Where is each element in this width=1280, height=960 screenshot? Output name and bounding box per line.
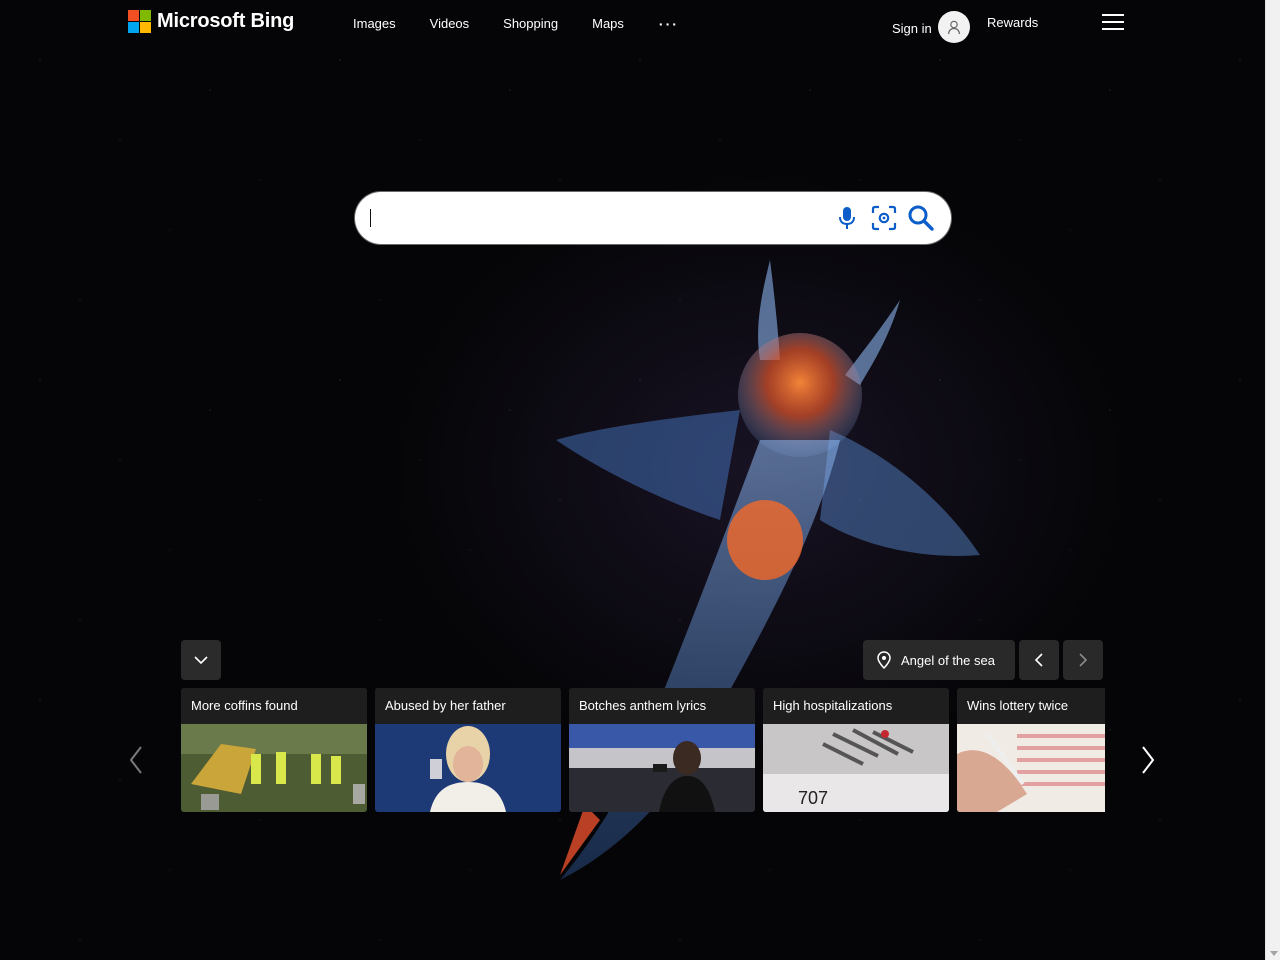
microsoft-logo-icon — [128, 10, 151, 33]
search-box[interactable] — [355, 192, 951, 244]
previous-image-button[interactable] — [1019, 640, 1059, 680]
image-title: Angel of the sea — [901, 652, 995, 668]
image-info-button[interactable]: Angel of the sea — [863, 640, 1015, 680]
sign-in-button[interactable]: Sign in — [892, 11, 970, 43]
news-card-title: Abused by her father — [375, 688, 561, 724]
svg-text:707: 707 — [798, 788, 828, 808]
top-header: Microsoft Bing Images Videos Shopping Ma… — [0, 0, 1265, 46]
news-card-title: Botches anthem lyrics — [569, 688, 755, 724]
rewards-link[interactable]: Rewards — [987, 15, 1038, 30]
news-card-title: High hospitalizations — [763, 688, 949, 724]
news-card[interactable]: Abused by her father — [375, 688, 561, 812]
avatar[interactable] — [937, 11, 970, 43]
menu-icon[interactable] — [1102, 14, 1124, 30]
search-input[interactable] — [371, 203, 821, 233]
scroll-down-arrow-icon[interactable] — [1270, 951, 1278, 956]
chevron-down-icon — [194, 656, 208, 665]
news-card-thumbnail — [957, 724, 1105, 812]
chevron-right-icon — [1142, 746, 1155, 774]
chevron-right-icon — [1079, 653, 1088, 667]
location-pin-icon — [877, 651, 891, 669]
news-card-thumbnail — [375, 724, 561, 812]
news-card-thumbnail — [569, 724, 755, 812]
chevron-left-icon — [1034, 653, 1043, 667]
news-card-thumbnail: 707 — [763, 724, 949, 812]
nav-more-button[interactable]: ··· — [641, 16, 696, 32]
news-card-title: More coffins found — [181, 688, 367, 724]
sign-in-label: Sign in — [892, 20, 932, 36]
news-card[interactable]: High hospitalizations 707 — [763, 688, 949, 812]
bing-logo[interactable]: Microsoft Bing — [128, 10, 294, 33]
chevron-left-icon — [129, 746, 142, 774]
sea-angel-image — [556, 260, 980, 880]
nav-videos[interactable]: Videos — [413, 16, 487, 32]
collapse-feed-button[interactable] — [181, 640, 221, 680]
news-card-thumbnail — [181, 724, 367, 812]
nav-images[interactable]: Images — [336, 16, 413, 32]
news-card[interactable]: Wins lottery twice — [957, 688, 1105, 812]
top-nav: Images Videos Shopping Maps ··· — [336, 16, 696, 32]
visual-search-icon[interactable] — [870, 204, 898, 232]
carousel-previous-button[interactable] — [124, 740, 148, 780]
search-icon[interactable] — [907, 204, 935, 232]
news-card[interactable]: More coffins found — [181, 688, 367, 812]
background-image — [0, 0, 1265, 960]
carousel-next-button[interactable] — [1136, 740, 1160, 780]
news-card-title: Wins lottery twice — [957, 688, 1105, 724]
news-carousel: More coffins found Abused by her father … — [181, 688, 1105, 812]
brand-name: Microsoft Bing — [157, 10, 295, 32]
text-cursor — [370, 209, 371, 227]
news-card[interactable]: Botches anthem lyrics — [569, 688, 755, 812]
next-image-button[interactable] — [1063, 640, 1103, 680]
nav-maps[interactable]: Maps — [575, 16, 641, 32]
user-icon — [947, 20, 960, 35]
microphone-icon[interactable] — [833, 204, 861, 232]
page-scrollbar[interactable] — [1265, 0, 1280, 960]
nav-shopping[interactable]: Shopping — [486, 16, 575, 32]
